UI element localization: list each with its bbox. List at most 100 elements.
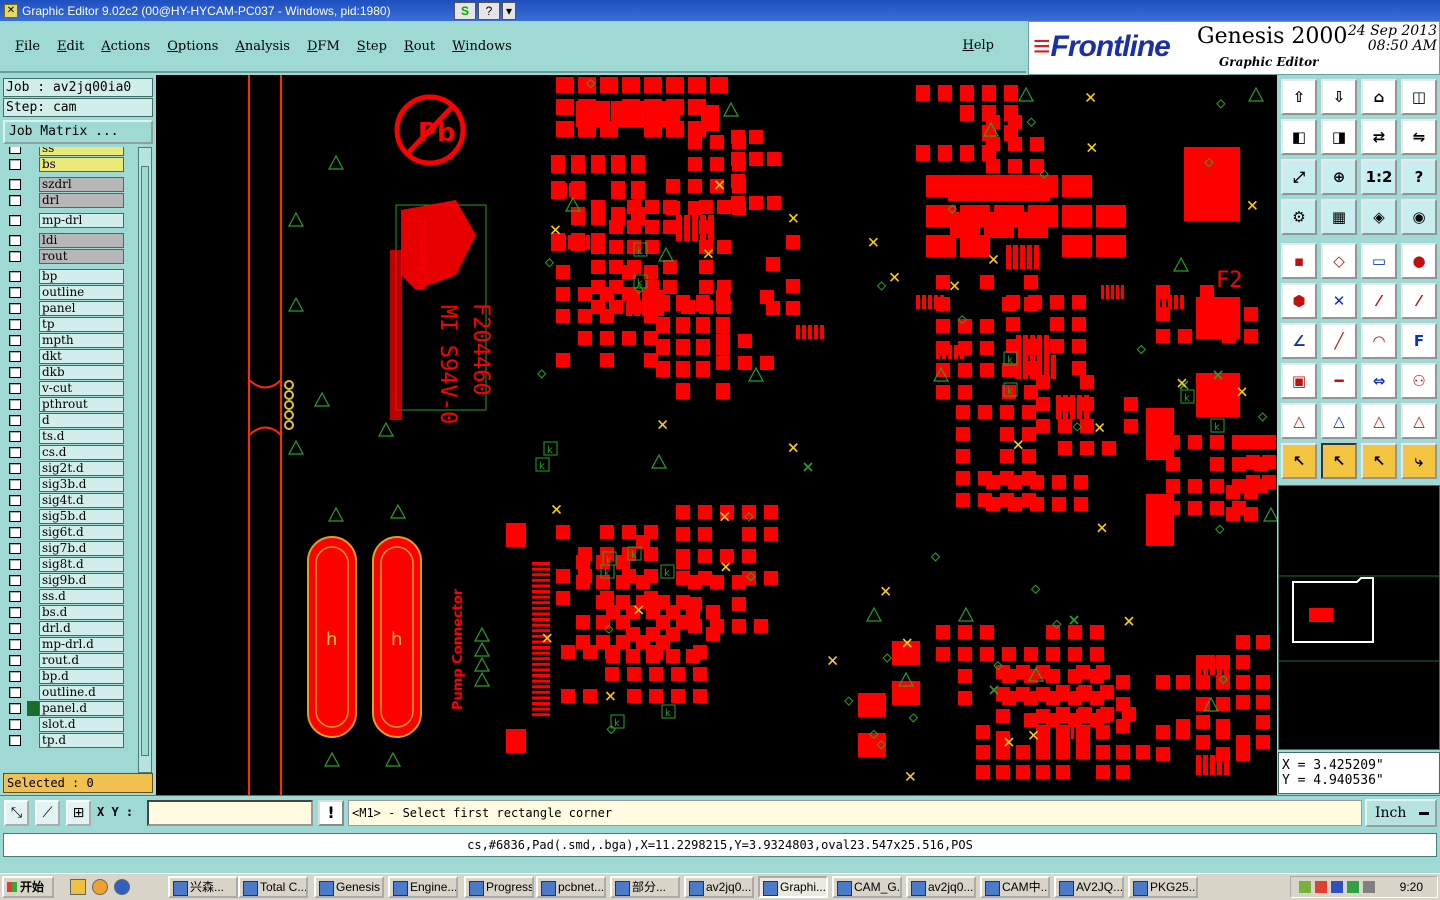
layer-name[interactable]: tp bbox=[39, 317, 124, 332]
tool-line-pt2-button[interactable]: ⁄ bbox=[1401, 283, 1437, 319]
taskbar-app-button[interactable]: av2jq0... bbox=[906, 876, 976, 898]
layer-checkbox[interactable] bbox=[9, 179, 21, 190]
layer-name[interactable]: outline.d bbox=[39, 685, 124, 700]
title-menu-button[interactable]: ▾ bbox=[502, 2, 516, 20]
layer-name[interactable]: bs bbox=[39, 157, 124, 172]
layer-row[interactable]: bp.d bbox=[3, 669, 136, 684]
layer-row[interactable]: mp-drl.d bbox=[3, 637, 136, 652]
layer-row[interactable]: ss bbox=[3, 147, 136, 156]
layer-checkbox[interactable] bbox=[9, 591, 21, 602]
layer-checkbox[interactable] bbox=[9, 447, 21, 458]
pcb-drawing[interactable]: Pb F204460 MI S94V-0 UL Approved h h Pum… bbox=[156, 75, 1277, 795]
layer-row[interactable]: ts.d bbox=[3, 429, 136, 444]
layer-checkbox[interactable] bbox=[9, 575, 21, 586]
layer-row[interactable]: pthrout bbox=[3, 397, 136, 412]
menu-actions[interactable]: Actions bbox=[101, 39, 150, 54]
taskbar-app-button[interactable]: av2jq0... bbox=[684, 876, 754, 898]
menu-edit[interactable]: Edit bbox=[57, 39, 84, 54]
layer-name[interactable]: d bbox=[39, 413, 124, 428]
layer-checkbox[interactable] bbox=[9, 655, 21, 666]
layer-checkbox[interactable] bbox=[9, 623, 21, 634]
layer-checkbox[interactable] bbox=[9, 463, 21, 474]
layer-row[interactable]: outline bbox=[3, 285, 136, 300]
menu-windows[interactable]: Windows bbox=[452, 39, 512, 54]
layer-name[interactable]: bs.d bbox=[39, 605, 124, 620]
layer-checkbox[interactable] bbox=[9, 415, 21, 426]
layer-row[interactable]: sig4t.d bbox=[3, 493, 136, 508]
layer-name[interactable]: dkb bbox=[39, 365, 124, 380]
tray-icon-5[interactable] bbox=[1363, 881, 1375, 893]
layer-checkbox[interactable] bbox=[9, 319, 21, 330]
layer-name[interactable]: sig2t.d bbox=[39, 461, 124, 476]
menu-options[interactable]: Options bbox=[167, 39, 218, 54]
warning-button[interactable]: ! bbox=[318, 800, 344, 826]
layer-name[interactable]: sig4t.d bbox=[39, 493, 124, 508]
tool-path-button[interactable]: ⤷ bbox=[1401, 443, 1437, 479]
layer-checkbox[interactable] bbox=[9, 271, 21, 282]
layer-checkbox[interactable] bbox=[9, 367, 21, 378]
tool-pointer-box-button[interactable]: ↖ bbox=[1321, 443, 1357, 479]
layer-checkbox[interactable] bbox=[9, 303, 21, 314]
taskbar-app-button[interactable]: 兴森... bbox=[168, 876, 238, 898]
taskbar-app-button[interactable]: pcbnet... bbox=[536, 876, 606, 898]
tool-home-down-button[interactable]: ⇩ bbox=[1321, 79, 1357, 115]
menu-file[interactable]: File bbox=[15, 39, 40, 54]
menu-rout[interactable]: Rout bbox=[404, 39, 435, 54]
tool-tri-4-button[interactable]: △ bbox=[1401, 403, 1437, 439]
tool-snap-1-button[interactable]: ◈ bbox=[1361, 199, 1397, 235]
layer-name[interactable]: ss.d bbox=[39, 589, 124, 604]
layer-row[interactable]: sig5b.d bbox=[3, 509, 136, 524]
layer-checkbox[interactable] bbox=[9, 511, 21, 522]
layer-row[interactable]: szdrl bbox=[3, 177, 136, 192]
tray-icon-4[interactable] bbox=[1347, 881, 1359, 893]
layer-checkbox[interactable] bbox=[9, 235, 21, 246]
layer-name[interactable]: tp.d bbox=[39, 733, 124, 748]
layer-name[interactable]: ss bbox=[39, 147, 124, 156]
layer-checkbox[interactable] bbox=[9, 543, 21, 554]
layer-name[interactable]: sig7b.d bbox=[39, 541, 124, 556]
layer-row[interactable]: cs.d bbox=[3, 445, 136, 460]
layer-checkbox[interactable] bbox=[9, 335, 21, 346]
tool-help-button[interactable]: ? bbox=[1401, 159, 1437, 195]
tool-line-button[interactable]: ╱ bbox=[1321, 323, 1357, 359]
tool-pointer-alt-button[interactable]: ↖ bbox=[1361, 443, 1397, 479]
help-title-button[interactable]: ? bbox=[478, 2, 500, 20]
menu-help[interactable]: Help bbox=[962, 38, 994, 53]
grid-snap-button[interactable]: ⊞ bbox=[66, 800, 91, 826]
tool-window-split-button[interactable]: ◫ bbox=[1401, 79, 1437, 115]
layer-name[interactable]: panel bbox=[39, 301, 124, 316]
layer-row[interactable]: sig3b.d bbox=[3, 477, 136, 492]
layer-name[interactable]: outline bbox=[39, 285, 124, 300]
layer-checkbox[interactable] bbox=[9, 351, 21, 362]
layer-checkbox[interactable] bbox=[9, 719, 21, 730]
tool-pointer-button[interactable]: ↖ bbox=[1281, 443, 1317, 479]
layer-row[interactable]: slot.d bbox=[3, 717, 136, 732]
layer-row[interactable]: dkt bbox=[3, 349, 136, 364]
layer-checkbox[interactable] bbox=[9, 559, 21, 570]
layer-checkbox[interactable] bbox=[9, 147, 21, 154]
layer-name[interactable]: pthrout bbox=[39, 397, 124, 412]
layer-row[interactable]: sig7b.d bbox=[3, 541, 136, 556]
tray-icon-1[interactable] bbox=[1299, 881, 1311, 893]
layer-name[interactable]: sig8t.d bbox=[39, 557, 124, 572]
layer-row[interactable]: bs bbox=[3, 157, 136, 172]
tool-zoom-1-2-button[interactable]: 1:2 bbox=[1361, 159, 1397, 195]
layer-checkbox[interactable] bbox=[9, 735, 21, 746]
layer-row[interactable]: mpth bbox=[3, 333, 136, 348]
tool-home-up-button[interactable]: ⇧ bbox=[1281, 79, 1317, 115]
layer-row[interactable]: drl bbox=[3, 193, 136, 208]
tool-tri-2-button[interactable]: △ bbox=[1321, 403, 1357, 439]
layer-row[interactable]: bp bbox=[3, 269, 136, 284]
tool-grid-button[interactable]: ▦ bbox=[1321, 199, 1357, 235]
tool-pads-button[interactable]: ⚇ bbox=[1401, 363, 1437, 399]
layer-list-scrollbar[interactable] bbox=[138, 147, 152, 773]
layer-checkbox[interactable] bbox=[9, 671, 21, 682]
layer-row[interactable]: dkb bbox=[3, 365, 136, 380]
layer-checkbox[interactable] bbox=[9, 159, 21, 170]
layer-name[interactable]: sig6t.d bbox=[39, 525, 124, 540]
layer-name[interactable]: dkt bbox=[39, 349, 124, 364]
layer-row[interactable]: panel bbox=[3, 301, 136, 316]
tool-fit-center-button[interactable]: ⊕ bbox=[1321, 159, 1357, 195]
graphic-canvas[interactable]: Pb F204460 MI S94V-0 UL Approved h h Pum… bbox=[156, 75, 1277, 795]
zoom-area-button[interactable]: ⤡ bbox=[4, 800, 29, 826]
